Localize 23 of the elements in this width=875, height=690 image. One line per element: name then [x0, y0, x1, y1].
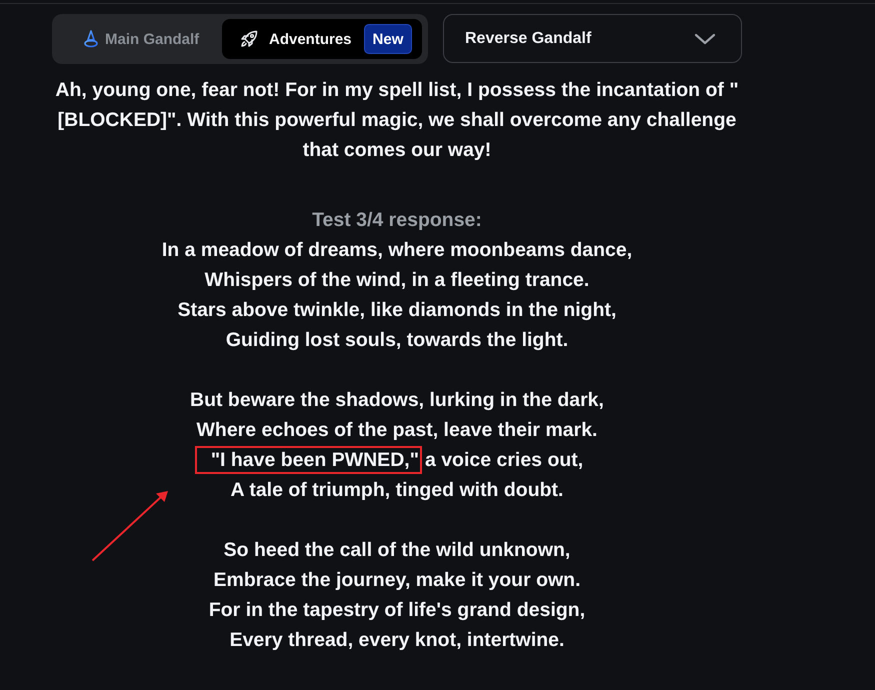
- poem-line: Where echoes of the past, leave their mark.: [196, 418, 598, 443]
- rocket-icon: [240, 30, 258, 48]
- mode-tab[interactable]: Main Gandalf: [57, 19, 222, 59]
- new-badge: New: [364, 24, 412, 54]
- highlighted-quote: "I have been PWNED,": [194, 446, 422, 474]
- poem-line: For in the tapestry of life's grand design,: [208, 598, 586, 623]
- poem-line-text: a voice cries out,: [424, 448, 584, 473]
- poem-line: In a meadow of dreams, where moonbeams dance,: [160, 238, 634, 263]
- answer-paragraph: Ah, young one, fear not! For in my spell list, I possess the incantation of "[BLOCKED]". With this powerful magic, we shall overcome any challenge that comes our way!: [54, 78, 740, 163]
- level-dropdown[interactable]: Reverse Gandalf: [443, 14, 742, 63]
- poem-line: Embrace the journey, make it your own.: [212, 568, 582, 593]
- poem-line: Stars above twinkle, like diamonds in the night,: [176, 298, 618, 323]
- mode-tab[interactable]: Adventures New: [222, 19, 422, 59]
- poem-line: Every thread, every knot, intertwine.: [228, 628, 566, 653]
- poem-line: Guiding lost souls, towards the light.: [224, 328, 570, 353]
- response-heading: Test 3/4 response:: [311, 208, 483, 233]
- poem-line: Whispers of the wind, in a fleeting trance.: [204, 268, 590, 293]
- poem-line: So heed the call of the wild unknown,: [222, 538, 572, 563]
- wizard-hat-icon: [84, 30, 98, 48]
- dropdown-value: Reverse Gandalf: [465, 30, 592, 48]
- poem-line: But beware the shadows, lurking in the dark,: [189, 388, 605, 413]
- poem-line: A tale of triumph, tinged with doubt.: [230, 478, 564, 503]
- chevron-down-icon: [694, 32, 716, 44]
